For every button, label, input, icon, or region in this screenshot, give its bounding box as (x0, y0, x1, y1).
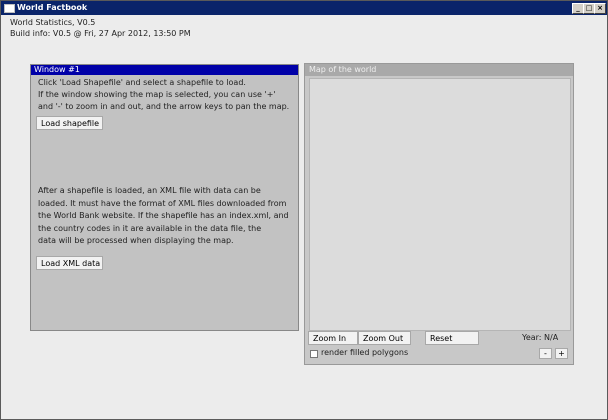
build-info: Build info: V0.5 @ Fri, 27 Apr 2012, 13:… (10, 29, 191, 38)
close-button[interactable]: × (594, 3, 606, 14)
control-window: Window #1 Click 'Load Shapefile' and sel… (30, 64, 299, 331)
xml-instruction-line: data will be processed when displaying t… (38, 236, 234, 245)
xml-instruction-line: the World Bank website. If the shapefile… (38, 211, 289, 220)
instruction-line: and '-' to zoom in and out, and the arro… (38, 102, 290, 111)
control-window-title[interactable]: Window #1 (31, 65, 298, 75)
zoom-minus-button[interactable]: - (539, 348, 552, 359)
load-shapefile-button[interactable]: Load shapefile (36, 116, 103, 130)
zoom-in-button[interactable]: Zoom In (308, 331, 358, 345)
map-window-title[interactable]: Map of the world (305, 64, 573, 76)
map-canvas[interactable] (309, 78, 571, 331)
xml-instruction-line: loaded. It must have the format of XML f… (38, 199, 287, 208)
render-filled-label: render filled polygons (321, 348, 409, 357)
render-filled-checkbox[interactable] (310, 350, 318, 358)
map-window: Map of the world Zoom In Zoom Out Reset … (304, 63, 574, 365)
app-name: World Statistics, V0.5 (10, 18, 96, 27)
window-icon (4, 4, 15, 13)
instruction-line: If the window showing the map is selecte… (38, 90, 276, 99)
load-xml-button[interactable]: Load XML data (36, 256, 103, 270)
zoom-out-button[interactable]: Zoom Out (358, 331, 411, 345)
window-title: World Factbook (17, 3, 88, 12)
year-label: Year: N/A (522, 333, 559, 342)
instruction-line: Click 'Load Shapefile' and select a shap… (38, 78, 246, 87)
title-bar[interactable]: World Factbook _ □ × (1, 1, 607, 15)
xml-instruction-line: After a shapefile is loaded, an XML file… (38, 186, 261, 195)
zoom-plus-button[interactable]: + (555, 348, 568, 359)
reset-button[interactable]: Reset (425, 331, 479, 345)
app-window: World Factbook _ □ × World Statistics, V… (0, 0, 608, 420)
xml-instruction-line: the country codes in it are available in… (38, 224, 262, 233)
